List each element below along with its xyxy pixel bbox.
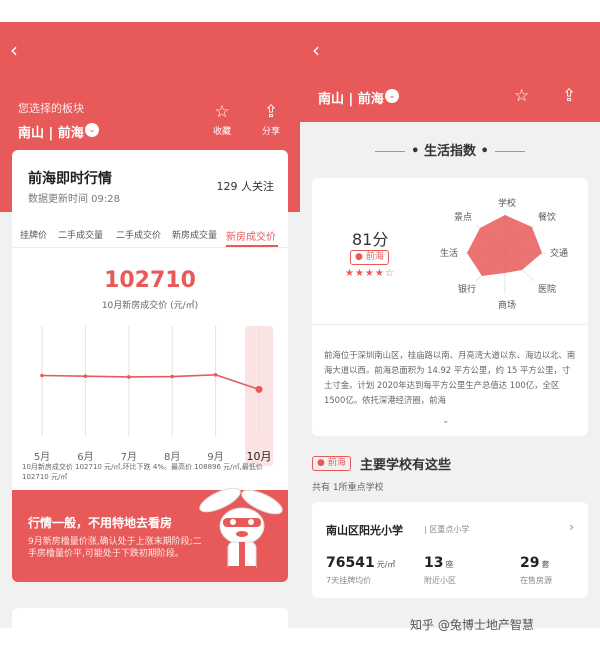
- active-tab-underline: [226, 245, 278, 247]
- radar-label-traffic: 交通: [550, 247, 568, 259]
- current-price: 102710: [104, 268, 196, 293]
- price-trend-chart: 5月 6月 7月 8月 9月 10月: [34, 326, 273, 466]
- card-divider: [312, 324, 588, 325]
- stat-listing-desc: 在售房源: [520, 576, 552, 585]
- stat-price-value: 76541: [326, 555, 375, 571]
- rabbit-mascot-icon: [199, 487, 283, 574]
- share-button[interactable]: ⇪ 分享: [256, 102, 286, 137]
- market-card: 前海即时行情 数据更新时间 09:28 129 人关注 挂牌价 二手成交量 二手…: [12, 150, 288, 582]
- region-selector[interactable]: 南山 | 前海: [318, 88, 384, 107]
- rating-stars: ★★★★☆: [345, 268, 395, 279]
- title-dash-right: [494, 151, 525, 152]
- stat-nearby-estates: 13 座 附近小区: [424, 552, 456, 586]
- title-dash-left: [375, 151, 406, 152]
- tab-new-price[interactable]: 新房成交价: [226, 228, 276, 243]
- region-selector[interactable]: 南山 | 前海: [18, 122, 84, 141]
- school-card[interactable]: 南山区阳光小学 | 区重点小学 › 76541 元/㎡ 7天挂牌均价 13 座 附近…: [312, 502, 588, 598]
- location-tag: ● 前海: [350, 250, 389, 265]
- stat-price-unit: 元/㎡: [376, 560, 396, 569]
- stat-price-desc: 7天挂牌均价: [326, 576, 372, 585]
- stat-on-sale: 29 套 在售房源: [520, 552, 552, 586]
- left-screen: ‹ 您选择的板块 南山 | 前海 ⌄ ☆ 收藏 ⇪ 分享 前海即时行情 数据更新…: [0, 22, 300, 628]
- area-description: 前海位于深圳南山区，桂庙路以南、月亮湾大道以东、海边以北、南海大道以西。前海总面…: [324, 350, 576, 405]
- expand-chevron-icon[interactable]: ⌄: [442, 416, 450, 426]
- data-point: [213, 372, 218, 377]
- favorite-label: 收藏: [212, 127, 231, 137]
- life-index-label: 生活指数: [423, 144, 476, 159]
- next-card: [12, 608, 288, 628]
- stat-listing-value: 29: [520, 555, 540, 571]
- data-point: [83, 374, 88, 379]
- radar-label-mall: 商场: [498, 299, 516, 311]
- chevron-right-icon[interactable]: ›: [569, 520, 574, 534]
- life-radar-chart: 学校 餐饮 交通 医院 商场 银行 生活 景点: [440, 197, 568, 311]
- back-arrow-icon[interactable]: ‹: [10, 38, 18, 62]
- radar-label-scenic: 景点: [454, 212, 472, 223]
- star-outline-icon: ☆: [214, 102, 230, 122]
- market-tabs: 挂牌价 二手成交量 二手成交价 新房成交量 新房成交价: [12, 222, 288, 248]
- school-level: | 区重点小学: [424, 525, 470, 534]
- radar-label-bank: 银行: [458, 283, 476, 295]
- series-line: [41, 373, 260, 391]
- share-icon[interactable]: ⇪: [562, 86, 576, 106]
- stat-listing-price: 76541 元/㎡ 7天挂牌均价: [326, 552, 395, 586]
- follow-count[interactable]: 129 人关注: [217, 178, 275, 194]
- life-score: 81分: [352, 230, 389, 249]
- tab-listing-price[interactable]: 挂牌价: [20, 228, 47, 241]
- school-location-tag-text: 前海: [327, 458, 346, 468]
- star-outline-icon[interactable]: ☆: [514, 86, 529, 106]
- data-point: [127, 375, 131, 379]
- favorite-button[interactable]: ☆ 收藏: [207, 102, 237, 137]
- right-screen: ‹ 南山 | 前海 ⌄ ☆ ⇪ • 生活指数 • 81分 ● 前海 ★★★★☆: [300, 22, 600, 628]
- life-index-card: 81分 ● 前海 ★★★★☆ 学校 餐饮 交通 医院 商场 银行 生活 景点 前…: [312, 178, 588, 436]
- back-arrow-icon[interactable]: ‹: [312, 38, 320, 62]
- radar-label-dining: 餐饮: [538, 211, 556, 223]
- share-label: 分享: [261, 127, 280, 137]
- radar-label-school: 学校: [498, 197, 516, 209]
- location-tag-text: 前海: [365, 252, 384, 262]
- radar-label-hospital: 医院: [538, 283, 556, 295]
- stat-estate-value: 13: [424, 555, 444, 571]
- screenshot-root: ‹ 您选择的板块 南山 | 前海 ⌄ ☆ 收藏 ⇪ 分享 前海即时行情 数据更新…: [0, 0, 600, 650]
- life-index-title: • 生活指数 •: [300, 140, 600, 159]
- school-heading: 主要学校有这些: [360, 458, 452, 473]
- stat-estate-desc: 附近小区: [424, 576, 456, 585]
- chevron-down-icon[interactable]: ⌄: [85, 123, 99, 137]
- school-count: 共有 1所重点学校: [312, 483, 384, 493]
- stat-estate-unit: 座: [445, 560, 454, 569]
- school-name: 南山区阳光小学: [326, 524, 403, 537]
- tab-new-volume[interactable]: 新房成交量: [172, 228, 217, 241]
- tab-resale-price[interactable]: 二手成交价: [116, 228, 161, 241]
- data-point: [40, 373, 44, 378]
- data-point: [170, 374, 174, 379]
- radar-label-living: 生活: [440, 247, 458, 259]
- stat-listing-unit: 套: [541, 560, 550, 569]
- chevron-down-icon[interactable]: ⌄: [385, 89, 399, 103]
- tab-resale-volume[interactable]: 二手成交量: [58, 228, 103, 241]
- share-icon: ⇪: [263, 102, 279, 122]
- selected-block-label: 您选择的板块: [18, 102, 84, 115]
- price-note: 10月新房成交价 102710 元/㎡,环比下跌 4%。最高价 108896 元…: [22, 463, 263, 481]
- advice-title: 行情一般，不用特地去看房: [28, 516, 173, 530]
- card-title: 前海即时行情: [28, 171, 112, 187]
- school-location-tag: ● 前海: [312, 456, 351, 471]
- right-header: ‹ 南山 | 前海 ⌄ ☆ ⇪: [300, 22, 600, 122]
- update-time: 数据更新时间 09:28: [28, 194, 120, 205]
- data-point: [255, 385, 263, 393]
- watermark: 知乎 @兔博士地产智慧: [410, 618, 534, 632]
- advice-text: 9月新房橹量价涨,确认处于上涨末期阶段;二手房橹量价平,可能处于下跌初期阶段。: [28, 537, 202, 559]
- price-description: 10月新房成交价 (元/㎡): [101, 301, 199, 311]
